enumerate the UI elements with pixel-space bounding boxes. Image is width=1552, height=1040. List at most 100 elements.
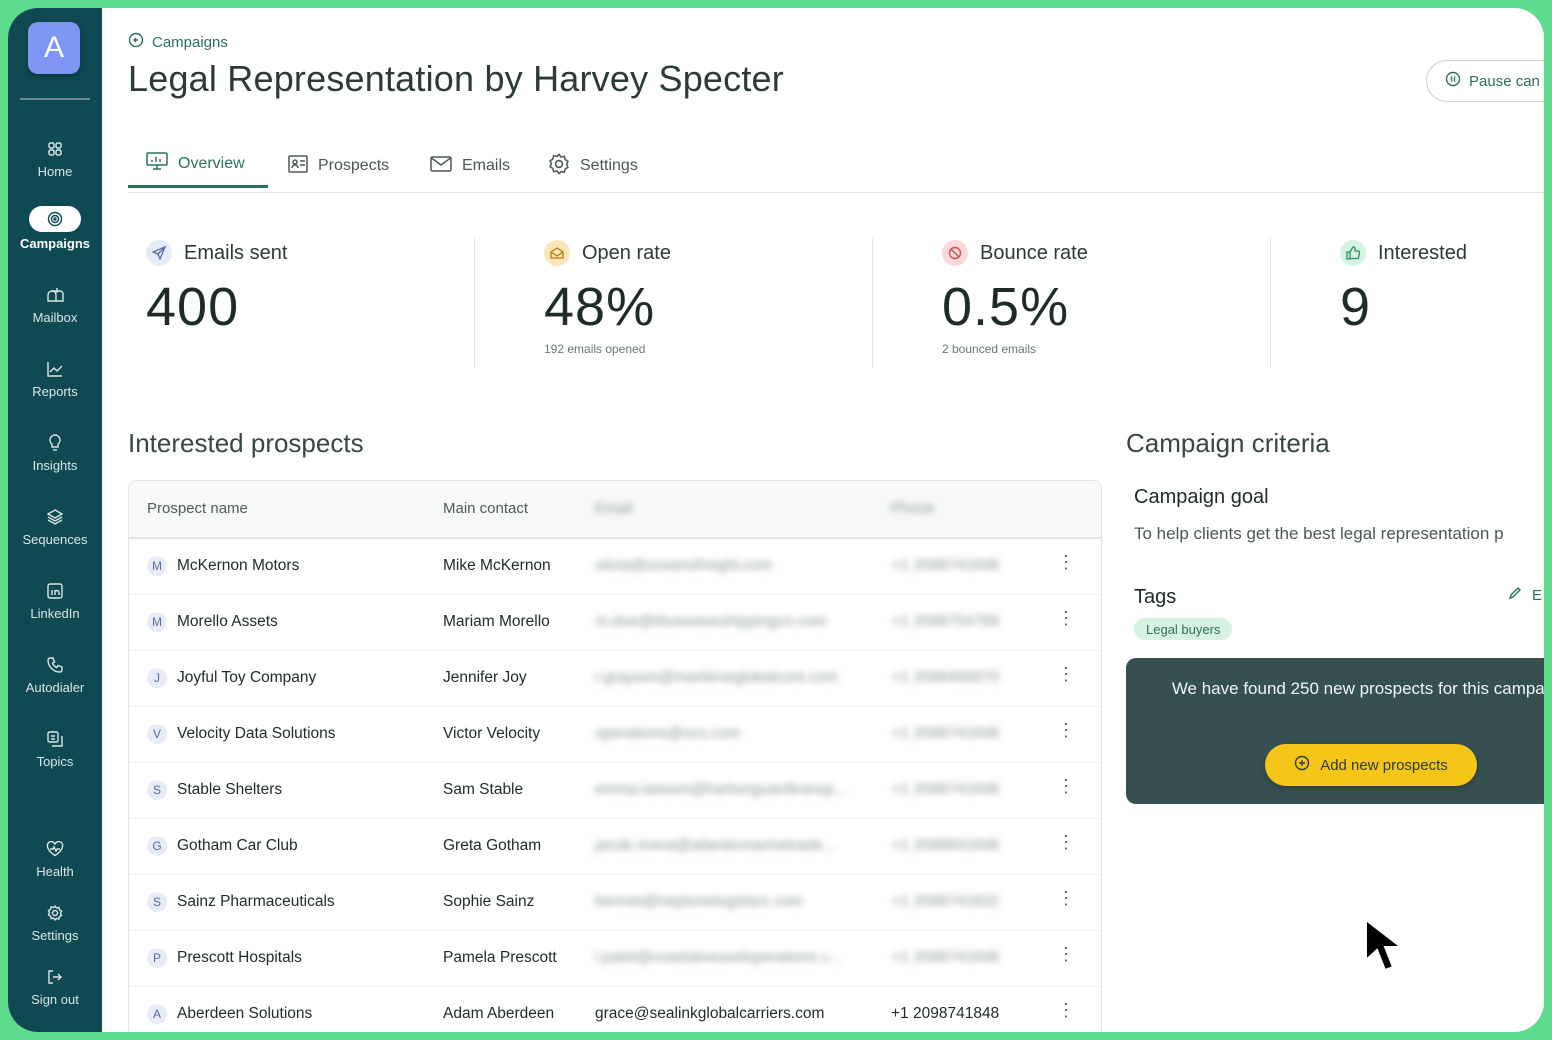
sidebar-item-sequences[interactable]: Sequences [8, 506, 102, 547]
prospect-name[interactable]: Sainz Pharmaceuticals [177, 893, 335, 911]
contact-card-icon [288, 154, 308, 179]
row-menu-icon[interactable]: ⋮ [1057, 664, 1075, 685]
prospect-name[interactable]: Stable Shelters [177, 781, 282, 799]
tab-emails[interactable]: Emails [430, 142, 510, 190]
gear-icon [548, 152, 570, 180]
row-menu-icon[interactable]: ⋮ [1057, 608, 1075, 629]
avatar: S [147, 780, 167, 800]
prospect-name[interactable]: Morello Assets [177, 613, 278, 631]
table-row[interactable]: P Prescott Hospitals Pamela Prescott l.p… [129, 930, 1101, 987]
row-menu-icon[interactable]: ⋮ [1057, 720, 1075, 741]
column-header-phone[interactable]: Phone [891, 500, 934, 517]
prospect-name[interactable]: Prescott Hospitals [177, 949, 302, 967]
stat-interested: Interested 9 [1340, 240, 1540, 372]
tab-bar: Overview Prospects Emails Settings [128, 142, 1544, 193]
row-menu-icon[interactable]: ⋮ [1057, 552, 1075, 573]
table-row[interactable]: G Gotham Car Club Greta Gotham jacob.riv… [129, 818, 1101, 875]
tab-settings[interactable]: Settings [548, 142, 638, 190]
open-envelope-icon [544, 240, 570, 266]
table-row[interactable]: M McKernon Motors Mike McKernon olivia@o… [129, 538, 1101, 595]
tab-overview[interactable]: Overview [128, 142, 268, 188]
pause-circle-icon [1445, 71, 1461, 91]
email: jacob.rivera@atlanticmarinetrade... [595, 837, 836, 854]
table-row[interactable]: S Stable Shelters Sam Stable emma.lawson… [129, 762, 1101, 819]
column-header-prospect-name[interactable]: Prospect name [147, 500, 248, 517]
stat-value: 48% [544, 277, 656, 337]
table-row[interactable]: S Sainz Pharmaceuticals Sophie Sainz ben… [129, 874, 1101, 931]
prospect-name[interactable]: Joyful Toy Company [177, 669, 316, 687]
gear-icon [44, 902, 66, 924]
tag-legal-buyers[interactable]: Legal buyers [1134, 618, 1233, 640]
main-contact: Pamela Prescott [443, 949, 557, 966]
thumbs-up-icon [1340, 240, 1366, 266]
phone: +1 2098741848 [891, 1005, 1000, 1022]
phone: +1 2098741848 [891, 781, 1000, 798]
prospects-table: Prospect name Main contact Email Phone M… [128, 480, 1102, 1032]
heart-icon [44, 838, 66, 860]
app-logo[interactable]: A [28, 22, 80, 74]
sidebar-item-reports[interactable]: Reports [8, 358, 102, 399]
sidebar-item-insights[interactable]: Insights [8, 432, 102, 473]
avatar: J [147, 668, 167, 688]
add-new-prospects-label: Add new prospects [1320, 756, 1448, 774]
table-row[interactable]: A Aberdeen Solutions Adam Aberdeen grace… [129, 986, 1101, 1032]
sidebar-item-label: Reports [32, 384, 78, 399]
sidebar-item-settings[interactable]: Settings [8, 902, 102, 943]
sidebar-item-campaigns[interactable]: Campaigns [8, 206, 102, 251]
sidebar-item-health[interactable]: Health [8, 838, 102, 879]
sidebar-item-mailbox[interactable]: Mailbox [8, 284, 102, 325]
sidebar-item-autodialer[interactable]: Autodialer [8, 654, 102, 695]
prospect-name[interactable]: McKernon Motors [177, 557, 299, 575]
sidebar-item-label: LinkedIn [30, 606, 80, 621]
table-row[interactable]: V Velocity Data Solutions Victor Velocit… [129, 706, 1101, 763]
add-new-prospects-button[interactable]: Add new prospects [1265, 744, 1477, 786]
phone: +1 2098754789 [891, 613, 1000, 630]
tab-label: Settings [580, 157, 638, 174]
row-menu-icon[interactable]: ⋮ [1057, 776, 1075, 797]
pause-campaign-button[interactable]: Pause can [1426, 60, 1544, 102]
sidebar-item-label: Campaigns [19, 236, 91, 251]
sidebar-item-label: Home [37, 164, 73, 179]
table-row[interactable]: M Morello Assets Mariam Morello m.doe@bl… [129, 594, 1101, 651]
sidebar-item-home[interactable]: Home [8, 138, 102, 179]
sidebar-item-sign-out[interactable]: Sign out [8, 966, 102, 1007]
avatar: G [147, 836, 167, 856]
target-icon [29, 206, 81, 232]
linkedin-icon [44, 580, 66, 602]
edit-tags-button[interactable]: E [1508, 586, 1542, 604]
column-header-main-contact[interactable]: Main contact [443, 500, 528, 517]
prospects-section-title: Interested prospects [128, 428, 364, 458]
prospect-name[interactable]: Aberdeen Solutions [177, 1005, 312, 1023]
tags-label: Tags [1134, 586, 1177, 608]
email: bennet@neptunelogistics.com [595, 893, 803, 910]
new-prospects-message: We have found 250 new prospects for this… [1171, 679, 1544, 698]
sidebar-item-label: Autodialer [25, 680, 85, 695]
stat-value: 9 [1340, 277, 1372, 337]
row-menu-icon[interactable]: ⋮ [1057, 1000, 1075, 1021]
campaign-goal-label: Campaign goal [1134, 486, 1269, 508]
tab-prospects[interactable]: Prospects [288, 142, 389, 190]
stat-emails-sent: Emails sent 400 [146, 240, 476, 372]
breadcrumb[interactable]: Campaigns [128, 32, 228, 52]
campaign-goal-text: To help clients get the best legal repre… [1134, 524, 1504, 543]
table-row[interactable]: J Joyful Toy Company Jennifer Joy r.gray… [129, 650, 1101, 707]
phone-icon [44, 654, 66, 676]
stat-value: 0.5% [942, 277, 1070, 337]
column-header-email[interactable]: Email [595, 500, 633, 517]
stat-subtext: 2 bounced emails [942, 342, 1037, 356]
layers-icon [44, 506, 66, 528]
main-contact: Greta Gotham [443, 837, 542, 854]
row-menu-icon[interactable]: ⋮ [1057, 888, 1075, 909]
prospect-name[interactable]: Velocity Data Solutions [177, 725, 336, 743]
no-entry-icon [942, 240, 968, 266]
row-menu-icon[interactable]: ⋮ [1057, 944, 1075, 965]
mouse-cursor-icon [1364, 917, 1416, 981]
grid-icon [44, 138, 66, 160]
tab-label: Overview [178, 154, 245, 172]
phone: +1 2098741848 [891, 949, 1000, 966]
sidebar-item-topics[interactable]: Topics [8, 728, 102, 769]
breadcrumb-campaigns-link[interactable]: Campaigns [152, 34, 228, 51]
row-menu-icon[interactable]: ⋮ [1057, 832, 1075, 853]
sidebar-item-linkedin[interactable]: LinkedIn [8, 580, 102, 621]
prospect-name[interactable]: Gotham Car Club [177, 837, 298, 855]
